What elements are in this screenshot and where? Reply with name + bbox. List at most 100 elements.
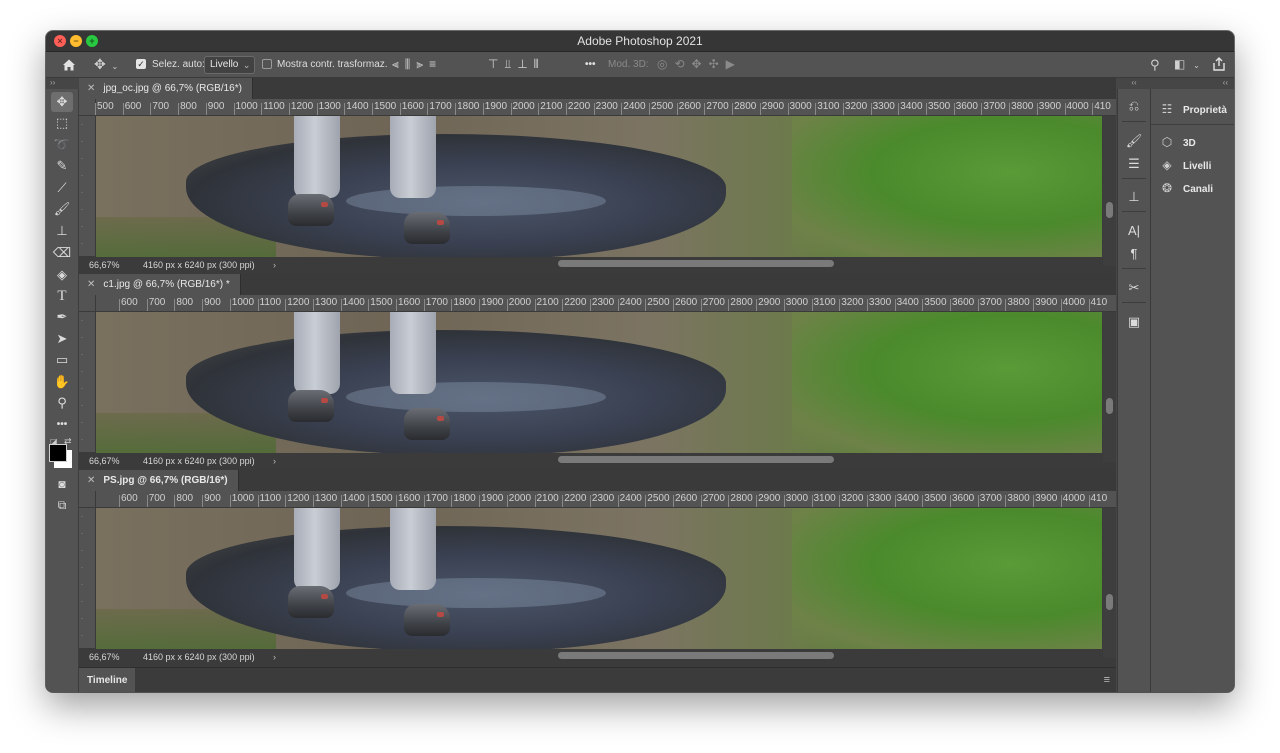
status-menu-chevron-icon[interactable]: ›: [273, 649, 276, 665]
horizontal-scroll-thumb[interactable]: [558, 260, 834, 267]
character-panel-button[interactable]: A|: [1124, 221, 1144, 241]
panels-collapse-toggle[interactable]: ‹‹: [1223, 78, 1228, 87]
close-tab-icon[interactable]: ✕: [87, 279, 95, 290]
vertical-ruler[interactable]: · · · · · · · ·: [79, 116, 96, 256]
distribute-v-icon[interactable]: ⫴: [534, 52, 545, 77]
rectangle-tool-button[interactable]: ▭: [51, 350, 73, 370]
vertical-scrollbar[interactable]: [1103, 116, 1116, 266]
document-canvas[interactable]: [96, 508, 1102, 649]
path-selection-tool-button[interactable]: ➤: [51, 329, 73, 349]
zoom-tool-button[interactable]: ⚲: [51, 393, 73, 413]
brush-tool-button[interactable]: 🖌: [51, 199, 73, 219]
screen-mode-button[interactable]: ⧉: [51, 495, 73, 515]
marquee-tool-button[interactable]: ⬚: [51, 113, 73, 133]
vertical-scrollbar[interactable]: [1103, 312, 1116, 462]
distribute-h-icon[interactable]: ≡: [429, 52, 442, 77]
align-top-icon[interactable]: ⊤: [488, 52, 504, 77]
photo-grass-right: [792, 312, 1102, 453]
document-canvas[interactable]: [96, 116, 1102, 257]
photo-left-leg: [294, 312, 340, 394]
horizontal-ruler[interactable]: 500 600 700 800 900 1000 1100 1200 1300 1400 1500 1…: [79, 99, 1116, 116]
lasso-tool-button[interactable]: ➰: [51, 135, 73, 155]
vertical-ruler[interactable]: · · · · · · · ·: [79, 312, 96, 452]
slide-3d-icon[interactable]: ✣: [709, 57, 726, 71]
vertical-scroll-thumb[interactable]: [1106, 594, 1113, 610]
ruler-tick-label: 1000: [231, 297, 255, 308]
clone-stamp-tool-button[interactable]: ⊥: [51, 221, 73, 241]
vertical-scroll-thumb[interactable]: [1106, 202, 1113, 218]
toolbar-collapse-toggle[interactable]: ››: [46, 78, 82, 88]
auto-select-checkbox[interactable]: ✓: [136, 59, 146, 69]
eyedropper-tool-button[interactable]: ⟋: [51, 178, 73, 198]
ruler-corner[interactable]: [79, 295, 96, 311]
foreground-color-swatch[interactable]: [49, 444, 67, 462]
close-window-button[interactable]: ×: [54, 35, 66, 47]
edit-toolbar-button[interactable]: •••: [51, 415, 73, 435]
show-transform-checkbox[interactable]: [262, 59, 272, 69]
status-menu-chevron-icon[interactable]: ›: [273, 453, 276, 469]
zoom-window-button[interactable]: +: [86, 35, 98, 47]
roll-3d-icon[interactable]: ⟲: [674, 57, 691, 71]
quick-mask-button[interactable]: ◙: [51, 474, 73, 494]
move-tool-button[interactable]: ✥: [51, 92, 73, 112]
ruler-corner[interactable]: [79, 491, 96, 507]
ruler-tick-label: 3300: [868, 493, 892, 504]
more-options-button[interactable]: •••: [585, 52, 596, 77]
search-button[interactable]: ⚲: [1150, 52, 1160, 77]
align-left-icon[interactable]: ⫷: [392, 52, 405, 77]
paint-bucket-tool-button[interactable]: ◈: [51, 265, 73, 285]
document-tab[interactable]: ✕ c1.jpg @ 66,7% (RGB/16*) *: [79, 274, 241, 295]
zoom-level[interactable]: 66,67%: [89, 257, 120, 273]
move-tool-preset-picker[interactable]: ✥ ⌄: [94, 52, 128, 77]
align-bottom-icon[interactable]: ⊥: [517, 52, 533, 77]
align-center-h-icon[interactable]: ⫼: [405, 52, 417, 77]
adjustments-panel-button[interactable]: ☰: [1124, 154, 1144, 174]
quick-selection-tool-button[interactable]: ✎: [51, 156, 73, 176]
document-canvas[interactable]: [96, 312, 1102, 453]
status-menu-chevron-icon[interactable]: ›: [273, 257, 276, 273]
align-middle-icon[interactable]: ⫫: [504, 52, 517, 77]
horizontal-scroll-thumb[interactable]: [558, 652, 834, 659]
info-panel-button[interactable]: ▣: [1124, 312, 1144, 332]
workspace-button[interactable]: ◧ ⌄: [1174, 52, 1200, 77]
channels-panel-button[interactable]: ❂ Canali: [1159, 178, 1213, 198]
horizontal-ruler[interactable]: 600 700 800 900 1000 1100 1200 1300 1400 1500 1600…: [79, 491, 1116, 508]
timeline-tab[interactable]: Timeline: [79, 668, 136, 692]
3d-panel-button[interactable]: ⬡ 3D: [1159, 132, 1196, 152]
zoom-level[interactable]: 66,67%: [89, 453, 120, 469]
align-right-icon[interactable]: ⫸: [416, 52, 429, 77]
close-tab-icon[interactable]: ✕: [87, 83, 95, 94]
brush-settings-panel-button[interactable]: 🖌: [1124, 131, 1144, 151]
zoom-level[interactable]: 66,67%: [89, 649, 120, 665]
ruler-tick: [423, 495, 425, 507]
pen-tool-button[interactable]: ✒: [51, 307, 73, 327]
paragraph-panel-button[interactable]: ¶: [1124, 244, 1144, 264]
clone-source-panel-button[interactable]: ⊥: [1124, 187, 1144, 207]
minimize-window-button[interactable]: −: [70, 35, 82, 47]
close-tab-icon[interactable]: ✕: [87, 475, 95, 486]
properties-panel-button[interactable]: ☷ Proprietà: [1159, 99, 1227, 119]
document-tab[interactable]: ✕ PS.jpg @ 66,7% (RGB/16*): [79, 470, 239, 491]
panel-menu-icon[interactable]: ≡: [1104, 668, 1110, 692]
orbit-3d-icon[interactable]: ◎: [657, 57, 674, 71]
ruler-tick: [700, 495, 702, 507]
horizontal-ruler[interactable]: 600 700 800 900 1000 1100 1200 1300 1400 1500 1600…: [79, 295, 1116, 312]
type-tool-button[interactable]: T: [51, 286, 73, 306]
vertical-scrollbar[interactable]: [1103, 508, 1116, 658]
document-tab[interactable]: ✕ jpg_oc.jpg @ 66,7% (RGB/16*): [79, 78, 253, 99]
tool-presets-panel-button[interactable]: ✂: [1124, 278, 1144, 298]
eraser-tool-button[interactable]: ⌫: [51, 243, 73, 263]
history-panel-button[interactable]: ⎌: [1124, 96, 1144, 116]
horizontal-scroll-thumb[interactable]: [558, 456, 834, 463]
home-button[interactable]: [52, 52, 86, 77]
iconstrip-collapse-toggle[interactable]: ‹‹: [1117, 78, 1151, 88]
layers-panel-button[interactable]: ◈ Livelli: [1159, 155, 1211, 175]
drag-3d-icon[interactable]: ✥: [692, 57, 709, 71]
auto-select-dropdown[interactable]: Livello ⌄: [204, 56, 256, 74]
ruler-corner[interactable]: [79, 99, 96, 115]
vertical-scroll-thumb[interactable]: [1106, 398, 1113, 414]
camera-3d-icon[interactable]: ▶: [726, 57, 742, 71]
hand-tool-button[interactable]: ✋: [51, 372, 73, 392]
share-button[interactable]: [1212, 52, 1226, 77]
vertical-ruler[interactable]: · · · · · · · ·: [79, 508, 96, 648]
